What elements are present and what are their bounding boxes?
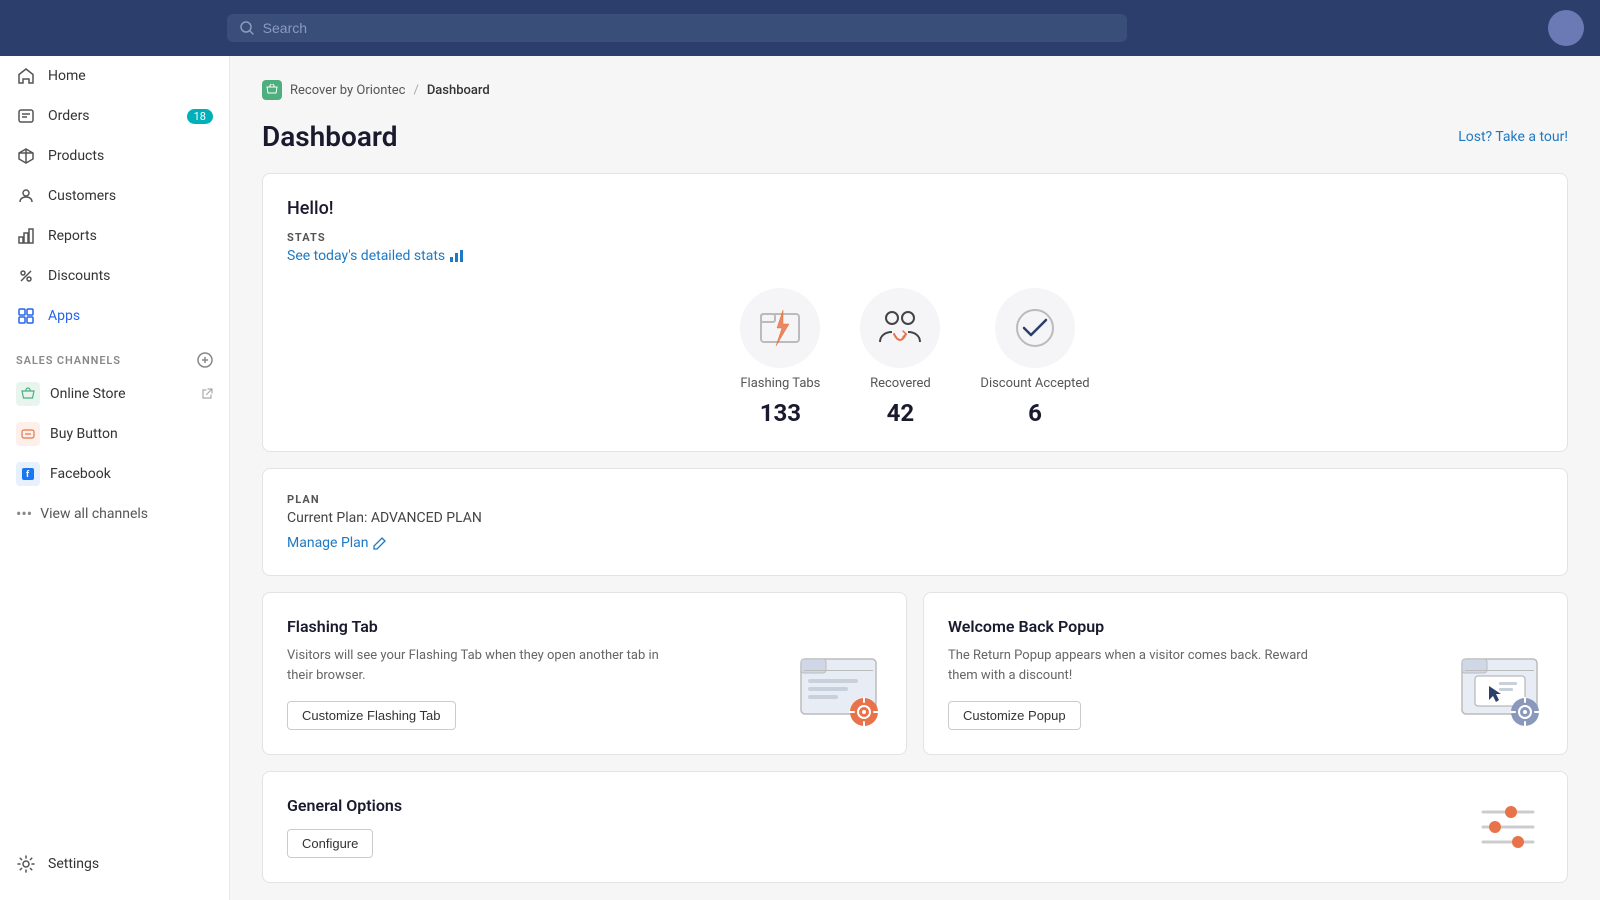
sidebar-item-discounts[interactable]: Discounts — [0, 256, 229, 296]
sidebar-item-apps[interactable]: Apps — [0, 296, 229, 336]
orders-icon — [16, 106, 36, 126]
sidebar-channel-buy-button[interactable]: Buy Button — [0, 414, 229, 454]
view-all-channels[interactable]: ••• View all channels — [0, 494, 229, 533]
flashing-tab-illustration — [796, 654, 886, 734]
sidebar-item-reports[interactable]: Reports — [0, 216, 229, 256]
apps-icon — [16, 306, 36, 326]
breadcrumb-current: Dashboard — [427, 83, 490, 98]
feature-row: Flashing Tab Visitors will see your Flas… — [262, 592, 1568, 755]
see-stats-link[interactable]: See today's detailed stats — [287, 248, 1543, 264]
topbar — [0, 0, 1600, 56]
customers-icon — [16, 186, 36, 206]
avatar — [1548, 10, 1584, 46]
facebook-icon: f — [16, 462, 40, 486]
configure-button[interactable]: Configure — [287, 829, 373, 858]
recovered-circle — [860, 288, 940, 368]
stat-flashing-tabs: Flashing Tabs 133 — [740, 288, 820, 427]
chart-icon — [449, 249, 465, 263]
sidebar-item-products[interactable]: Products — [0, 136, 229, 176]
welcome-popup-title: Welcome Back Popup — [948, 617, 1543, 636]
flashing-tab-title: Flashing Tab — [287, 617, 882, 636]
online-store-label: Online Store — [50, 386, 126, 402]
breadcrumb-store: Recover by Oriontec — [290, 83, 405, 98]
discount-accepted-label: Discount Accepted — [980, 376, 1089, 391]
sales-channels-section: SALES CHANNELS — [0, 336, 229, 374]
tour-link[interactable]: Lost? Take a tour! — [1458, 129, 1568, 145]
sidebar-item-products-label: Products — [48, 148, 104, 164]
discount-accepted-value: 6 — [1028, 399, 1042, 427]
plan-label: PLAN — [287, 493, 1543, 506]
sidebar-channel-online-store[interactable]: Online Store — [0, 374, 229, 414]
search-bar[interactable] — [227, 14, 1127, 42]
welcome-popup-desc: The Return Popup appears when a visitor … — [948, 646, 1335, 685]
discounts-icon — [16, 266, 36, 286]
general-options-illustration — [1473, 797, 1543, 857]
sidebar-item-reports-label: Reports — [48, 228, 97, 244]
current-plan-text: Current Plan: ADVANCED PLAN — [287, 510, 1543, 526]
store-icon — [262, 80, 282, 100]
sidebar-item-home[interactable]: Home — [0, 56, 229, 96]
orders-badge: 18 — [187, 109, 213, 124]
products-icon — [16, 146, 36, 166]
sidebar-item-customers[interactable]: Customers — [0, 176, 229, 216]
recovered-value: 42 — [887, 399, 915, 427]
recovered-label: Recovered — [870, 376, 931, 391]
sidebar-item-apps-label: Apps — [48, 308, 80, 324]
ellipsis-icon: ••• — [16, 504, 32, 523]
stats-row: Flashing Tabs 133 — [287, 288, 1543, 427]
breadcrumb: Recover by Oriontec / Dashboard — [262, 80, 1568, 100]
manage-plan-link[interactable]: Manage Plan — [287, 535, 387, 551]
customize-popup-button[interactable]: Customize Popup — [948, 701, 1081, 730]
hello-greeting: Hello! — [287, 198, 1543, 219]
buy-button-icon — [16, 422, 40, 446]
settings-icon — [16, 854, 36, 874]
discount-accepted-circle — [995, 288, 1075, 368]
sidebar: Home Orders 18 Products Customers — [0, 56, 230, 900]
flashing-tabs-circle — [740, 288, 820, 368]
online-store-icon — [16, 382, 40, 406]
sidebar-item-discounts-label: Discounts — [48, 268, 110, 284]
sidebar-item-orders-label: Orders — [48, 108, 90, 124]
search-input[interactable] — [263, 20, 1115, 36]
flashing-tabs-value: 133 — [760, 399, 801, 427]
external-link-icon[interactable] — [201, 388, 213, 400]
flashing-tab-card: Flashing Tab Visitors will see your Flas… — [262, 592, 907, 755]
general-options-title: General Options — [287, 796, 402, 815]
flashing-tab-desc: Visitors will see your Flashing Tab when… — [287, 646, 674, 685]
page-header: Dashboard Lost? Take a tour! — [262, 120, 1568, 153]
page-title: Dashboard — [262, 120, 398, 153]
stat-discount-accepted: Discount Accepted 6 — [980, 288, 1089, 427]
pencil-icon — [373, 536, 387, 550]
stat-recovered: Recovered 42 — [860, 288, 940, 427]
home-icon — [16, 66, 36, 86]
welcome-popup-card: Welcome Back Popup The Return Popup appe… — [923, 592, 1568, 755]
stats-label: STATS — [287, 231, 1543, 244]
sidebar-channel-facebook[interactable]: f Facebook — [0, 454, 229, 494]
breadcrumb-separator: / — [413, 83, 418, 98]
settings-label: Settings — [48, 856, 99, 872]
customize-flashing-tab-button[interactable]: Customize Flashing Tab — [287, 701, 456, 730]
plan-card: PLAN Current Plan: ADVANCED PLAN Manage … — [262, 468, 1568, 576]
sidebar-item-orders[interactable]: Orders 18 — [0, 96, 229, 136]
sidebar-item-customers-label: Customers — [48, 188, 116, 204]
buy-button-label: Buy Button — [50, 426, 118, 442]
search-icon — [239, 20, 255, 36]
welcome-popup-illustration — [1457, 654, 1547, 734]
general-options-card: General Options Configure — [262, 771, 1568, 883]
add-channel-icon[interactable] — [197, 352, 213, 368]
main-content: Recover by Oriontec / Dashboard Dashboar… — [230, 56, 1600, 900]
reports-icon — [16, 226, 36, 246]
sidebar-item-home-label: Home — [48, 68, 86, 84]
flashing-tabs-label: Flashing Tabs — [740, 376, 820, 391]
facebook-label: Facebook — [50, 466, 111, 482]
sidebar-item-settings[interactable]: Settings — [0, 844, 229, 884]
hello-card: Hello! STATS See today's detailed stats — [262, 173, 1568, 452]
